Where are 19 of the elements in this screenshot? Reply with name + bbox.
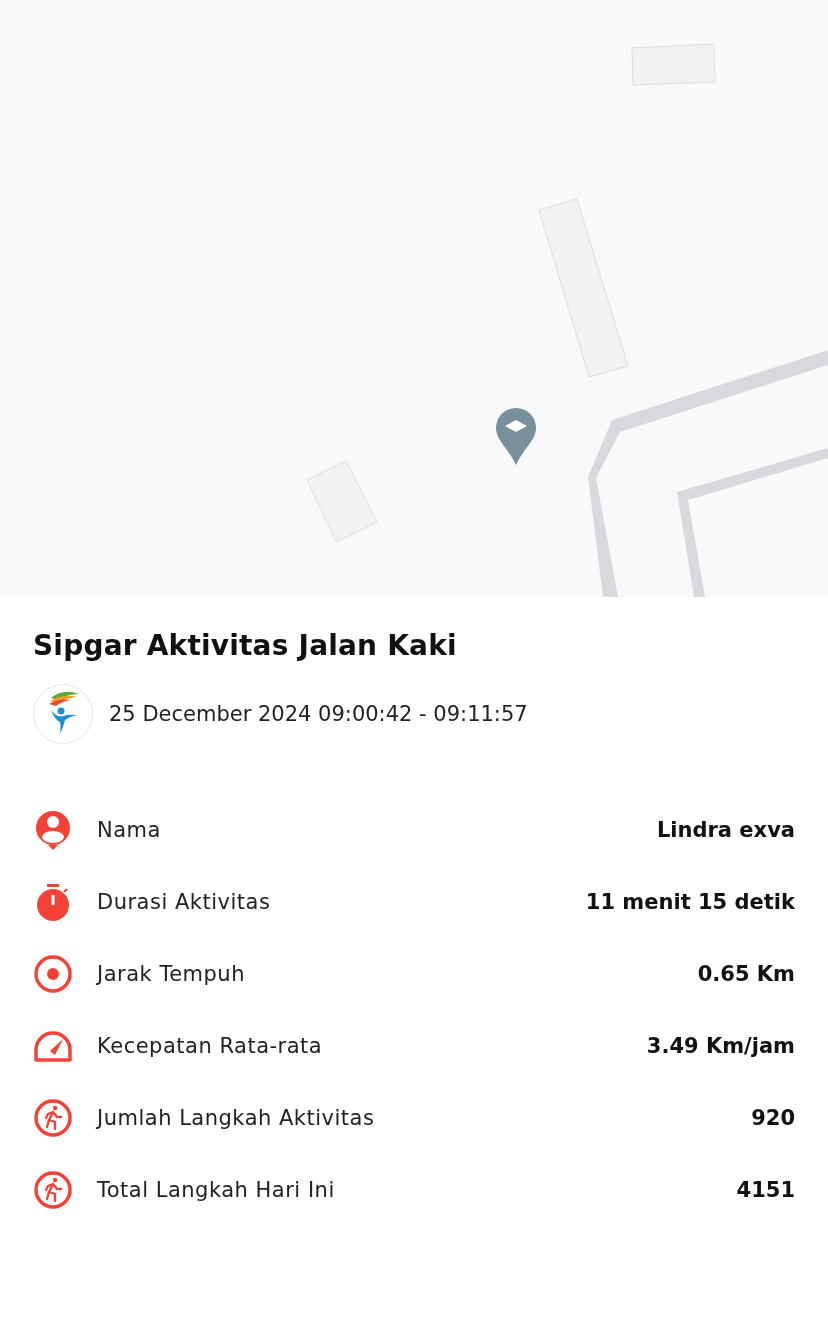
detail-value: 11 menit 15 detik [585,890,795,914]
activity-datetime: 25 December 2024 09:00:42 - 09:11:57 [109,702,528,726]
detail-value: 0.65 Km [697,962,795,986]
detail-label: Total Langkah Hari Ini [97,1178,336,1202]
detail-value: 3.49 Km/jam [646,1034,795,1058]
detail-label: Durasi Aktivitas [97,890,272,914]
detail-value: Lindra exva [656,818,795,842]
walking-person-icon [33,1170,73,1210]
person-pin-icon [33,810,73,850]
detail-label: Jarak Tempuh [97,962,246,986]
activity-title: Sipgar Aktivitas Jalan Kaki [33,629,458,662]
detail-value: 920 [751,1106,795,1130]
detail-label: Jumlah Langkah Aktivitas [97,1106,376,1130]
detail-label: Kecepatan Rata-rata [97,1034,324,1058]
target-icon [33,954,73,994]
runner-logo-icon [33,684,93,744]
walking-person-icon [33,1098,73,1138]
detail-value: 4151 [736,1178,795,1202]
detail-label: Nama [97,818,162,842]
